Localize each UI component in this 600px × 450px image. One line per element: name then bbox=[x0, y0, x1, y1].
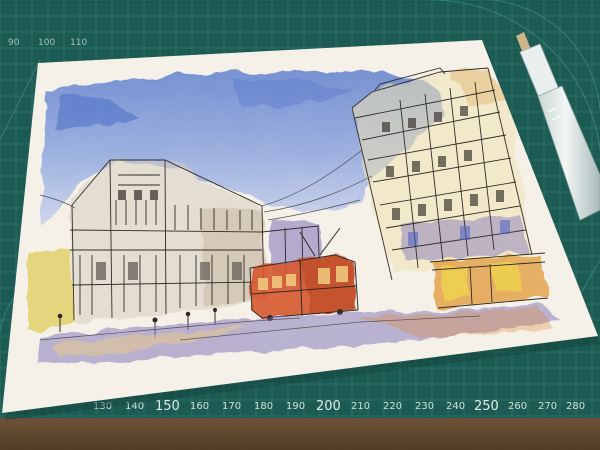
photo-scene: 90 100 110 130 140 150 160 170 180 190 2… bbox=[0, 0, 600, 450]
water-brush-pen-icon bbox=[516, 32, 600, 221]
